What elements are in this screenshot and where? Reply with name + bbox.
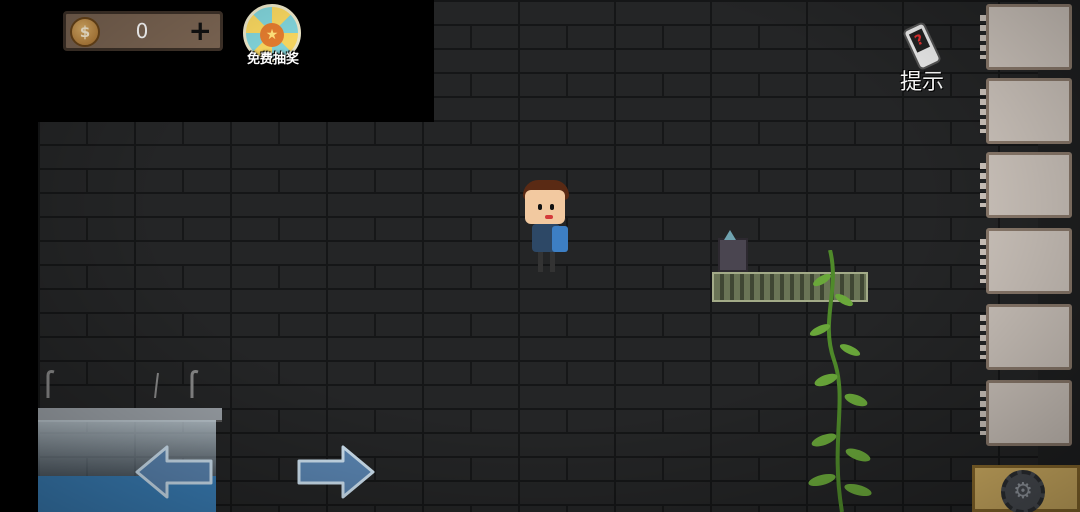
game-scene: ← → $ 0 + ★ 免费抽奖 ? 提示 ⚙ — [0, 0, 1080, 512]
hint-label: 提示 — [900, 70, 945, 95]
character-backpack — [552, 226, 568, 252]
coin-icon: $ — [70, 17, 100, 47]
star-icon: ★ — [260, 23, 284, 47]
inventory-slot[interactable] — [980, 152, 1072, 218]
vine-plant[interactable] — [800, 250, 880, 512]
hint-button[interactable]: ? 提示 — [898, 18, 958, 102]
settings-button[interactable]: ⚙ — [972, 465, 1080, 512]
character-leg-left — [538, 252, 543, 272]
character-leg-right — [550, 252, 555, 272]
character-eye-left — [538, 204, 542, 210]
character-eye-right — [550, 204, 554, 210]
move-left-button[interactable]: ← — [135, 443, 215, 501]
player-character — [520, 180, 576, 276]
crystal-jar[interactable] — [718, 238, 748, 272]
inventory-slot[interactable] — [980, 4, 1072, 70]
tank-hooks-icon — [46, 370, 199, 398]
inventory-bar — [978, 0, 1080, 470]
add-coins-button[interactable]: + — [189, 17, 212, 45]
coin-panel: $ 0 + — [63, 11, 223, 51]
free-lottery-label: 免费抽奖 — [246, 52, 299, 67]
inventory-slot[interactable] — [980, 228, 1072, 294]
move-right-button[interactable]: → — [295, 443, 375, 501]
free-lottery-button[interactable]: ★ 免费抽奖 — [240, 4, 306, 70]
coin-count: 0 — [135, 19, 149, 43]
question-mark-icon: ? — [908, 28, 931, 53]
inventory-slot[interactable] — [980, 380, 1072, 446]
character-mouth — [545, 215, 553, 219]
inventory-slot[interactable] — [980, 304, 1072, 370]
inventory-slot[interactable] — [980, 78, 1072, 144]
character-face — [525, 190, 565, 224]
gear-icon: ⚙ — [1001, 470, 1045, 512]
